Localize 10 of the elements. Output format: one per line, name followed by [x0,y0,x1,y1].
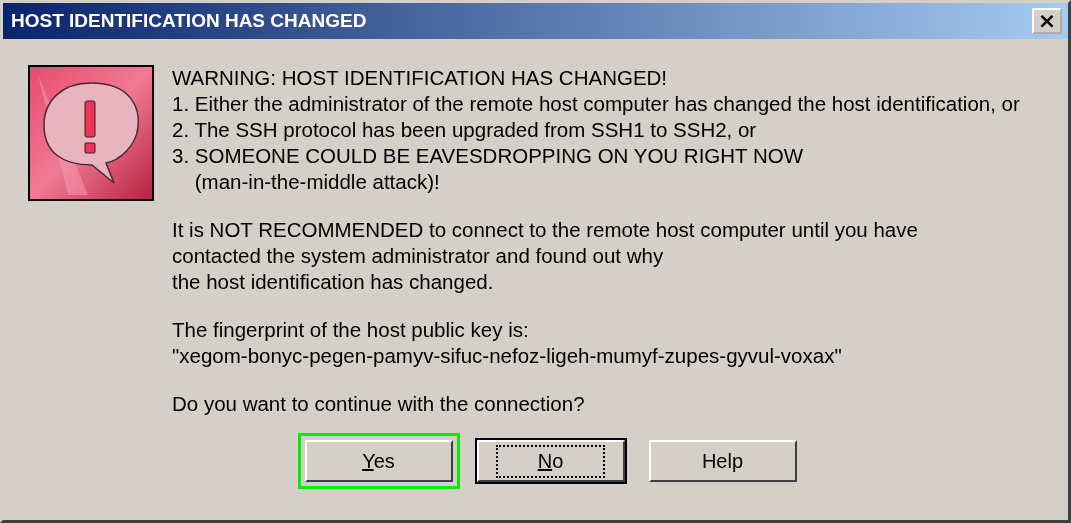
window-title: HOST IDENTIFICATION HAS CHANGED [11,10,367,32]
dialog-button[interactable]: Yes [304,440,453,482]
message-paragraph: WARNING: HOST IDENTIFICATION HAS CHANGED! 1. Either the administrator of the remote host computer has changed the host identification, or 2. The SSH protocol has been upgraded from SSH1 to SSH2, or 3. SOMEONE COULD BE EAVESDROPPING ON YOU RIGHT NOW (man-in-the-middle attack)! [172,65,1020,195]
message-paragraph: Do you want to continue with the connection? [172,391,586,417]
message-paragraph: It is NOT RECOMMENDED to connect to the remote host computer until you have contacted the system administrator and found out why the host identification has changed. [172,217,919,295]
close-button[interactable]: × [1032,8,1062,34]
warning-bubble-icon [28,65,154,201]
dialog-button[interactable]: No [476,440,625,482]
message-paragraph: The fingerprint of the host public key is: "xegom-bonyc-pegen-pamyv-sifuc-nefoz-ligeh-mumyf-zupes-gyvul-voxax" [172,317,843,369]
dialog-button[interactable]: Help [648,440,797,482]
